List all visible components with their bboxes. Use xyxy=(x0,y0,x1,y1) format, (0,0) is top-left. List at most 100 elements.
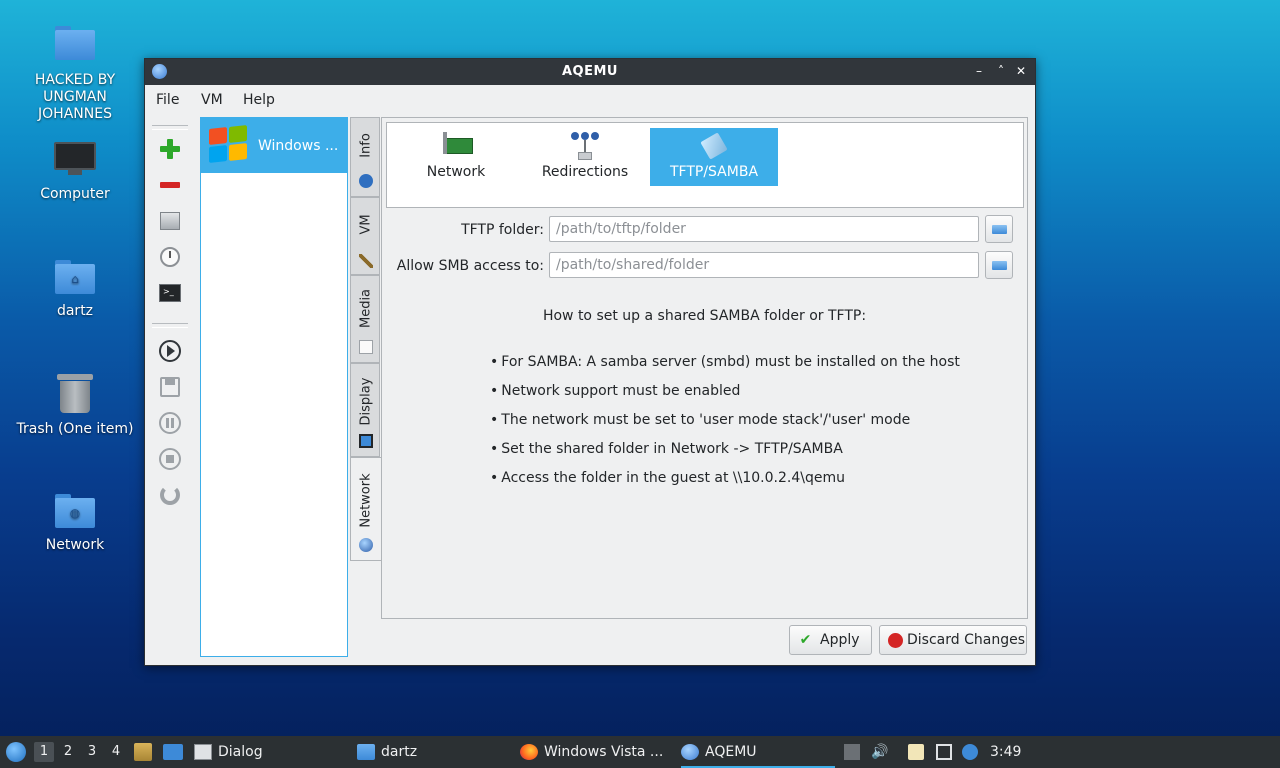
workspace-3[interactable]: 3 xyxy=(82,742,102,762)
firefox-icon xyxy=(520,744,538,760)
volume-icon[interactable]: 🔊 xyxy=(871,744,888,760)
start-menu-icon[interactable] xyxy=(6,742,26,762)
discard-changes-button[interactable]: Discard Changes xyxy=(879,625,1027,655)
check-icon: ✔ xyxy=(799,632,812,648)
clipboard-icon[interactable] xyxy=(908,744,924,760)
vm-list-item-label: Windows ... xyxy=(258,138,339,154)
window-icon xyxy=(194,744,212,760)
workspace-4[interactable]: 4 xyxy=(106,742,126,762)
help-title: How to set up a shared SAMBA folder or T… xyxy=(542,308,867,324)
desktop-icon-dartz[interactable]: ⌂ dartz xyxy=(15,256,135,320)
notification-icon[interactable] xyxy=(962,744,978,760)
trash-icon xyxy=(55,372,95,414)
tab-info[interactable]: Info xyxy=(350,117,380,197)
subtab-network[interactable]: Network xyxy=(392,128,520,186)
subtab-network-label: Network xyxy=(426,164,486,180)
network-status-icon[interactable] xyxy=(936,744,952,760)
folder-icon xyxy=(992,261,1007,270)
tftp-folder-label: TFTP folder: xyxy=(461,222,544,238)
tftp-browse-button[interactable] xyxy=(985,215,1013,243)
subtab-redirections[interactable]: Redirections xyxy=(521,128,649,186)
drive-icon[interactable] xyxy=(158,209,182,233)
help-item: Set the shared folder in Network -> TFTP… xyxy=(490,439,960,468)
smb-browse-button[interactable] xyxy=(985,251,1013,279)
help-item: Access the folder in the guest at \\10.0… xyxy=(490,468,960,497)
subtab-tftp-samba[interactable]: TFTP/SAMBA xyxy=(650,128,778,186)
tab-network-label: Network xyxy=(358,473,374,528)
clock-icon[interactable] xyxy=(158,245,182,269)
tab-display[interactable]: Display xyxy=(350,363,380,457)
tab-vm[interactable]: VM xyxy=(350,197,380,275)
network-globe-icon xyxy=(359,538,373,552)
cancel-icon xyxy=(888,633,903,648)
desktop-icon-trash[interactable]: Trash (One item) xyxy=(15,372,135,438)
subtab-redirections-label: Redirections xyxy=(541,164,629,180)
aqemu-icon xyxy=(681,744,699,760)
desktop-icon-label: HACKED BY UNGMAN JOHANNES xyxy=(34,72,116,122)
network-subtabs: Network Redirections TFTP/SAMBA xyxy=(386,122,1024,208)
title-bar[interactable]: AQEMU – ˄ ✕ xyxy=(145,59,1035,85)
task-dartz-label: dartz xyxy=(381,744,418,760)
tab-network[interactable]: Network xyxy=(350,457,381,561)
desktop-icon-label: dartz xyxy=(56,303,94,319)
computer-icon xyxy=(54,140,96,176)
play-icon[interactable] xyxy=(158,339,182,363)
terminal-icon[interactable]: >_ xyxy=(158,281,182,305)
network-card-icon xyxy=(440,130,473,160)
reset-icon[interactable] xyxy=(158,483,182,507)
clock[interactable]: 3:49 xyxy=(990,736,1021,768)
tab-info-label: Info xyxy=(358,133,374,158)
vm-list-item[interactable]: Windows ... xyxy=(201,118,347,173)
close-button[interactable]: ✕ xyxy=(1013,63,1029,79)
workspace-2[interactable]: 2 xyxy=(58,742,78,762)
save-icon[interactable] xyxy=(158,375,182,399)
tools-icon xyxy=(359,254,373,268)
task-dialog-label: Dialog xyxy=(218,744,263,760)
discard-label: Discard Changes xyxy=(907,632,1025,648)
pause-icon[interactable] xyxy=(158,411,182,435)
smb-access-label: Allow SMB access to: xyxy=(396,258,544,274)
show-desktop-icon[interactable] xyxy=(163,744,183,760)
display-icon xyxy=(359,434,373,448)
tab-media[interactable]: Media xyxy=(350,275,380,363)
task-firefox[interactable]: Windows Vista ... xyxy=(520,738,670,766)
tab-vm-label: VM xyxy=(358,214,374,235)
menu-bar: File VM Help xyxy=(145,85,1035,113)
desktop-icon-computer[interactable]: Computer xyxy=(15,140,135,203)
task-firefox-label: Windows Vista ... xyxy=(544,744,664,760)
desktop-icon-network[interactable]: ◍ Network xyxy=(15,490,135,554)
task-aqemu[interactable]: AQEMU xyxy=(681,738,835,768)
stop-icon[interactable] xyxy=(158,447,182,471)
vm-toolbar: >_ xyxy=(151,121,189,661)
menu-help[interactable]: Help xyxy=(243,92,275,108)
toolbar-separator xyxy=(152,125,188,130)
scroll-up-icon[interactable] xyxy=(844,744,860,760)
folder-icon xyxy=(992,225,1007,234)
add-vm-icon[interactable] xyxy=(158,137,182,161)
file-manager-launcher-icon[interactable] xyxy=(134,743,152,761)
menu-vm[interactable]: VM xyxy=(201,92,223,108)
task-aqemu-label: AQEMU xyxy=(705,744,757,760)
folder-icon xyxy=(357,744,375,760)
help-item: The network must be set to 'user mode st… xyxy=(490,410,960,439)
smb-access-input[interactable] xyxy=(549,252,979,278)
task-dialog[interactable]: Dialog xyxy=(194,738,344,766)
redirections-icon xyxy=(569,130,601,160)
windows-logo-icon xyxy=(207,125,249,164)
desktop-icon-hacked-folder[interactable]: HACKED BY UNGMAN JOHANNES xyxy=(15,22,135,123)
taskbar: 1 2 3 4 Dialog dartz Windows Vista ... A… xyxy=(0,736,1280,768)
task-dartz[interactable]: dartz xyxy=(357,738,507,766)
help-list: For SAMBA: A samba server (smbd) must be… xyxy=(490,352,960,497)
apply-button[interactable]: ✔ Apply xyxy=(789,625,872,655)
minimize-button[interactable]: – xyxy=(971,63,987,79)
tftp-folder-input[interactable] xyxy=(549,216,979,242)
workspace-1[interactable]: 1 xyxy=(34,742,54,762)
delete-vm-icon[interactable] xyxy=(158,173,182,197)
menu-file[interactable]: File xyxy=(156,92,179,108)
media-icon xyxy=(359,340,373,354)
desktop-icon-label: Network xyxy=(45,537,105,553)
network-settings-panel: Network Redirections TFTP/SAMBA TFTP fol… xyxy=(381,117,1028,619)
maximize-button[interactable]: ˄ xyxy=(993,63,1009,79)
info-icon xyxy=(359,174,373,188)
network-folder-icon: ◍ xyxy=(55,494,95,528)
